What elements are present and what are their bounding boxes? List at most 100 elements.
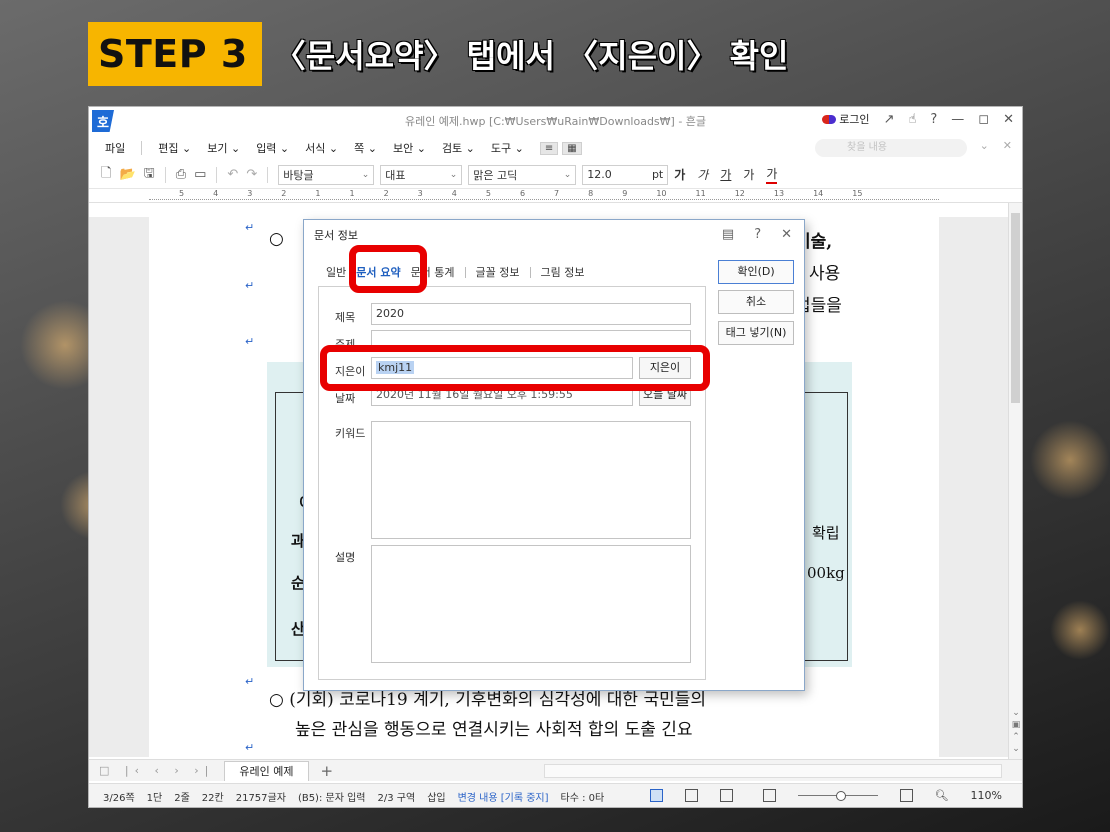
strike-button[interactable]: 가 <box>743 166 754 183</box>
horizontal-scrollbar[interactable] <box>544 764 1002 778</box>
toolbar-divider <box>164 166 166 183</box>
font-color-button[interactable]: 가 <box>766 165 778 184</box>
status-typing: 타수 : 0타 <box>560 793 605 804</box>
preview-icon[interactable]: ▭ <box>194 167 206 182</box>
today-button[interactable]: 오늘 날짜 <box>639 384 691 406</box>
menu-view[interactable]: 보기 ⌄ <box>207 140 240 156</box>
tab-general[interactable]: 일반 <box>326 264 346 280</box>
dialog-close-icon[interactable]: ✕ <box>781 227 792 242</box>
close-icon[interactable]: ✕ <box>1003 112 1014 127</box>
undo-icon[interactable]: ↶ <box>227 167 238 182</box>
step-title: STEP 3 〈문서요약〉 탭에서 〈지은이〉 확인 <box>88 22 788 86</box>
menu-divider <box>141 141 143 155</box>
description-field[interactable] <box>371 545 691 663</box>
zoom-level[interactable]: 110% <box>971 789 1002 802</box>
add-tab-button[interactable]: + <box>321 762 334 780</box>
tab-document[interactable]: 유레인 예제 <box>224 760 309 781</box>
full-page-icon[interactable] <box>899 789 913 802</box>
language-select[interactable]: 대표 ⌄ <box>380 164 463 185</box>
menu-tools[interactable]: 도구 ⌄ <box>491 140 524 156</box>
status-insert[interactable]: 삽입 <box>427 789 445 804</box>
style-select[interactable]: 바탕글 ⌄ <box>278 164 375 185</box>
open-folder-icon[interactable]: 📂 <box>119 167 135 182</box>
scroll-page-buttons[interactable]: ⌄ ▣ ⌃ ⌄ <box>1010 707 1022 755</box>
print-icon[interactable]: ⎙ <box>176 167 186 182</box>
font-size-select[interactable]: 12.0 pt <box>582 164 669 185</box>
keyword-label: 키워드 <box>335 427 366 440</box>
underline-button[interactable]: 가 <box>720 166 731 183</box>
menu-security[interactable]: 보안 ⌄ <box>393 140 426 156</box>
login-button[interactable]: 로그인 <box>822 111 870 127</box>
step-instruction: 〈문서요약〉 탭에서 〈지은이〉 확인 <box>273 37 789 75</box>
menu-format[interactable]: 서식 ⌄ <box>305 140 338 156</box>
hand-icon[interactable]: ☝ <box>908 112 916 127</box>
table-icon[interactable]: ▦ <box>562 141 582 155</box>
menu-review[interactable]: 검토 ⌄ <box>442 140 475 156</box>
web-view-icon[interactable] <box>684 789 698 802</box>
author-field[interactable]: kmj11 <box>371 357 633 379</box>
status-char-pos: 22칸 <box>201 793 224 804</box>
save-icon[interactable]: 🖫 <box>144 164 155 186</box>
share-icon[interactable]: ↗ <box>884 112 895 127</box>
font-select[interactable]: 맑은 고딕 ⌄ <box>468 164 577 185</box>
chevron-down-icon: ⌄ <box>449 169 458 180</box>
menu-page[interactable]: 쪽 ⌄ <box>354 140 377 156</box>
restore-icon[interactable]: ◻ <box>978 112 989 127</box>
paragraph-mark: ↵ <box>245 741 255 754</box>
author-button[interactable]: 지은이 <box>639 357 691 379</box>
normal-view-icon[interactable] <box>649 789 663 802</box>
toolbar-divider <box>267 166 269 183</box>
vertical-scrollbar[interactable]: ⌄ ▣ ⌃ ⌄ <box>1008 203 1022 759</box>
minimize-icon[interactable]: — <box>951 112 964 127</box>
summary-panel: 제목 2020 주제 지은이 kmj11 지은이 날짜 2020년 11월 16… <box>318 286 706 680</box>
tab-font-info[interactable]: 글꼴 정보 <box>476 264 520 280</box>
ruler-numbers: 5 4 3 2 1 1 2 3 4 5 6 7 8 9 10 11 12 13 14 15 <box>179 189 863 198</box>
dialog-memo-icon[interactable]: ▤ <box>722 227 734 242</box>
subject-field[interactable] <box>371 330 691 352</box>
cancel-button[interactable]: 취소 <box>718 290 794 314</box>
tab-nav-arrows[interactable]: □ |‹ ‹ › ›| <box>99 764 214 777</box>
date-field[interactable]: 2020년 11월 16일 월요일 오후 1:59:55 <box>371 384 633 406</box>
dialog-title-bar: 문서 정보 ▤ ? ✕ <box>304 220 804 250</box>
chevron-down-icon[interactable]: ⌄ <box>980 139 989 152</box>
status-track-changes[interactable]: 변경 내용 [기록 중지] <box>458 789 549 804</box>
style-icon[interactable]: ≡ <box>539 141 559 155</box>
zoom-slider[interactable] <box>797 791 878 801</box>
title-field[interactable]: 2020 <box>371 303 691 325</box>
ok-button[interactable]: 확인(D) <box>718 260 794 284</box>
menu-insert[interactable]: 입력 ⌄ <box>256 140 289 156</box>
menu-edit[interactable]: 편집 ⌄ <box>158 140 191 156</box>
toolbar-divider <box>216 166 218 183</box>
tab-image-info[interactable]: 그림 정보 <box>541 264 585 280</box>
scroll-thumb[interactable] <box>1011 213 1020 403</box>
new-document-icon[interactable]: 🗋 <box>101 164 111 186</box>
table-row-text: 확립 <box>812 524 840 542</box>
search-input[interactable]: 찾을 내용 <box>815 139 967 157</box>
redo-icon[interactable]: ↷ <box>246 167 257 182</box>
tab-divider <box>529 266 531 278</box>
doc-line-2: 사용 <box>809 264 841 284</box>
tab-statistics[interactable]: 문서 통계 <box>411 264 455 280</box>
insert-tag-button[interactable]: 태그 넣기(N) <box>718 321 794 345</box>
bold-button[interactable]: 가 <box>674 166 685 183</box>
zoom-icon[interactable]: 🔍︎ <box>935 789 949 802</box>
paragraph-mark: ↵ <box>245 279 255 292</box>
step-badge: STEP 3 <box>88 22 262 86</box>
help-icon[interactable]: ? <box>930 112 937 127</box>
font-value: 맑은 고딕 <box>473 168 518 182</box>
fit-icon[interactable] <box>762 789 776 802</box>
close-search-icon[interactable]: ✕ <box>1003 139 1012 152</box>
tab-summary[interactable]: 문서 요약 <box>356 264 400 280</box>
menu-file[interactable]: 파일 <box>105 140 125 156</box>
keyword-field[interactable] <box>371 421 691 539</box>
dialog-help-icon[interactable]: ? <box>754 227 761 242</box>
ruler[interactable]: 5 4 3 2 1 1 2 3 4 5 6 7 8 9 10 11 12 13 14 15 <box>89 189 1022 203</box>
doc-bottom-line-2: 높은 관심을 행동으로 연결시키는 사회적 합의 도출 긴요 <box>295 720 693 740</box>
italic-button[interactable]: 가 <box>697 166 708 183</box>
page-view-icon[interactable] <box>719 789 733 802</box>
menubar-right: ⌄ ✕ <box>980 139 1012 152</box>
status-page[interactable]: 3/26쪽 <box>103 789 135 804</box>
paragraph-mark: ↵ <box>245 675 255 688</box>
date-label: 날짜 <box>335 392 356 405</box>
status-line: 2줄 <box>174 793 190 804</box>
